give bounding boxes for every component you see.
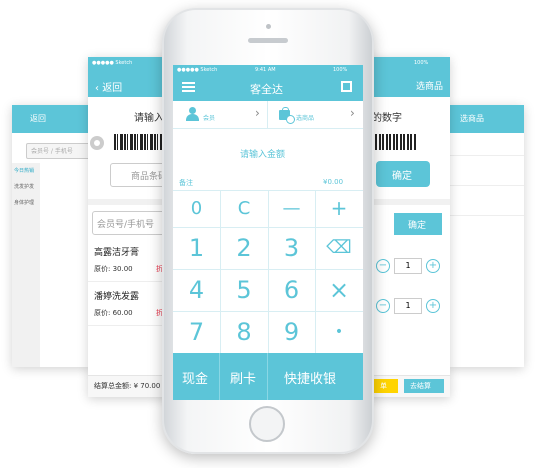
shopping-bag-icon bbox=[278, 107, 295, 124]
far-right-row bbox=[448, 155, 524, 156]
plus-icon[interactable]: + bbox=[426, 299, 440, 313]
key-8[interactable]: 8 bbox=[220, 311, 268, 353]
speaker-icon bbox=[248, 38, 288, 43]
far-left-cat-3[interactable]: 身体护理 bbox=[14, 199, 34, 206]
key-5[interactable]: 5 bbox=[220, 269, 268, 311]
right-prompt: 的数字 bbox=[372, 113, 402, 124]
left-prompt: 请输入 bbox=[134, 113, 164, 124]
phone-screen: ●●●●● Sketch 9:41 AM 100% 客全达 会员 › 选商品 › bbox=[173, 65, 363, 400]
key-4[interactable]: 4 bbox=[173, 269, 220, 311]
app-title: 客全达 bbox=[250, 83, 283, 96]
item-name: 高露洁牙膏 bbox=[94, 248, 140, 258]
status-carrier: ●●●●● Sketch bbox=[177, 67, 218, 73]
far-left-header bbox=[12, 105, 92, 133]
plus-icon[interactable]: + bbox=[426, 259, 440, 273]
far-right-screen: 选商品 bbox=[448, 105, 524, 367]
far-left-cat-1[interactable]: 今日热销 bbox=[14, 167, 34, 174]
camera-dot-icon bbox=[266, 24, 271, 29]
far-right-row bbox=[448, 215, 524, 216]
key-7[interactable]: 7 bbox=[173, 311, 220, 353]
confirm-button-2[interactable]: 确定 bbox=[394, 213, 442, 235]
chevron-right-icon: › bbox=[350, 106, 355, 120]
quick-checkout-button[interactable]: 快捷收银 bbox=[268, 353, 363, 400]
quantity-stepper: − 1 + bbox=[376, 297, 442, 315]
quantity-value[interactable]: 1 bbox=[394, 258, 422, 274]
key-dot[interactable]: • bbox=[315, 311, 363, 353]
key-0[interactable]: 0 bbox=[173, 190, 220, 227]
key-clear[interactable]: C bbox=[220, 190, 268, 227]
left-status-carrier: ●●●●● Sketch bbox=[92, 60, 133, 66]
key-6[interactable]: 6 bbox=[268, 269, 315, 311]
quantity-value[interactable]: 1 bbox=[394, 298, 422, 314]
key-multiply[interactable]: × bbox=[315, 269, 363, 311]
far-right-title: 选商品 bbox=[460, 114, 484, 123]
far-right-row bbox=[448, 185, 524, 186]
key-plus[interactable]: + bbox=[315, 190, 363, 227]
status-battery: 100% bbox=[333, 67, 348, 73]
yellow-button[interactable]: 单 bbox=[372, 379, 398, 393]
status-time: 9:41 AM bbox=[255, 67, 276, 73]
note-label[interactable]: 备注 bbox=[179, 178, 193, 188]
far-left-back-link[interactable]: 返回 bbox=[30, 113, 46, 124]
key-2[interactable]: 2 bbox=[220, 227, 268, 269]
checkout-button[interactable]: 去结算 bbox=[404, 379, 444, 393]
quantity-stepper: − 1 + bbox=[376, 257, 442, 275]
amount-value: ¥0.00 bbox=[323, 178, 344, 186]
chevron-right-icon: › bbox=[255, 106, 260, 120]
key-minus[interactable]: — bbox=[268, 190, 315, 227]
far-left-screen: 返回 会员号 / 手机号 今日热销 洗发护发 身体护理 bbox=[12, 105, 92, 367]
confirm-button-1[interactable]: 确定 bbox=[376, 161, 430, 187]
key-9[interactable]: 9 bbox=[268, 311, 315, 353]
left-back-link[interactable]: ‹ 返回 bbox=[95, 79, 122, 94]
far-left-cat-2[interactable]: 洗发护发 bbox=[14, 183, 34, 190]
barcode-icon bbox=[372, 134, 416, 150]
right-status-battery: 100% bbox=[414, 60, 429, 66]
item-price: 原价: 60.00 bbox=[94, 309, 133, 317]
far-left-sidebar bbox=[12, 163, 40, 367]
menu-icon[interactable] bbox=[182, 82, 195, 92]
right-title: 选商品 bbox=[416, 82, 444, 92]
total-amount: 结算总金额: ¥ 70.00 bbox=[94, 382, 161, 390]
member-tab[interactable]: 会员 › bbox=[173, 101, 268, 129]
goods-tab[interactable]: 选商品 › bbox=[268, 101, 363, 129]
home-button[interactable] bbox=[249, 406, 285, 442]
amount-prompt: 请输入金额 bbox=[240, 150, 286, 160]
key-1[interactable]: 1 bbox=[173, 227, 220, 269]
minus-icon[interactable]: − bbox=[376, 259, 390, 273]
backspace-icon[interactable]: ⌫ bbox=[315, 227, 363, 269]
phone-frame: ●●●●● Sketch 9:41 AM 100% 客全达 会员 › 选商品 › bbox=[162, 8, 374, 454]
item-price: 原价: 30.00 bbox=[94, 265, 133, 273]
item-name: 潘婷洗发露 bbox=[94, 292, 140, 302]
scan-icon[interactable] bbox=[341, 81, 352, 92]
far-left-search-input[interactable]: 会员号 / 手机号 bbox=[26, 143, 90, 159]
key-3[interactable]: 3 bbox=[268, 227, 315, 269]
card-button[interactable]: 刷卡 bbox=[220, 353, 268, 400]
minus-icon[interactable]: − bbox=[376, 299, 390, 313]
camera-icon[interactable] bbox=[90, 136, 104, 150]
cash-button[interactable]: 现金 bbox=[173, 353, 220, 400]
user-icon bbox=[185, 107, 199, 121]
